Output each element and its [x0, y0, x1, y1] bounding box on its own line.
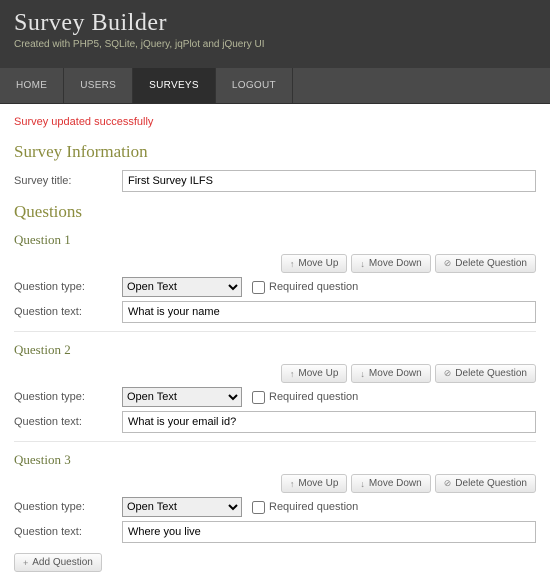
- app-title: Survey Builder: [14, 10, 536, 37]
- delete-question-button[interactable]: ⊘Delete Question: [435, 474, 536, 493]
- add-question-button[interactable]: + Add Question: [14, 553, 102, 572]
- status-message: Survey updated successfully: [14, 116, 536, 128]
- question-text-input[interactable]: [122, 521, 536, 543]
- question-actions: ↑Move Up ↓ Move Down ⊘Delete Question: [14, 254, 536, 273]
- delete-icon: ⊘: [444, 258, 452, 269]
- required-checkbox[interactable]: [252, 281, 265, 294]
- question-heading: Question 2: [14, 342, 536, 358]
- move-up-button[interactable]: ↑Move Up: [281, 474, 348, 493]
- required-question-wrap[interactable]: Required question: [252, 391, 358, 404]
- questions-heading: Questions: [14, 202, 536, 222]
- question-text-label: Question text:: [14, 416, 122, 428]
- required-checkbox[interactable]: [252, 391, 265, 404]
- app-subtitle: Created with PHP5, SQLite, jQuery, jqPlo…: [14, 39, 536, 50]
- question-type-label: Question type:: [14, 281, 122, 293]
- question-type-select[interactable]: Open Text: [122, 497, 242, 517]
- arrow-down-icon: ↓: [360, 369, 365, 379]
- delete-icon: ⊘: [444, 368, 452, 379]
- survey-info-heading: Survey Information: [14, 142, 536, 162]
- required-label: Required question: [269, 391, 358, 403]
- arrow-down-icon: ↓: [360, 259, 365, 269]
- required-question-wrap[interactable]: Required question: [252, 281, 358, 294]
- question-heading: Question 1: [14, 232, 536, 248]
- question-text-label: Question text:: [14, 526, 122, 538]
- delete-label: Delete Question: [455, 258, 527, 269]
- nav-users[interactable]: USERS: [64, 68, 133, 103]
- move-down-button[interactable]: ↓ Move Down: [351, 474, 430, 493]
- main-nav: HOME USERS SURVEYS LOGOUT: [0, 68, 550, 104]
- question-text-input[interactable]: [122, 301, 536, 323]
- arrow-down-icon: ↓: [360, 479, 365, 489]
- move-down-label: Move Down: [369, 258, 422, 269]
- question-text-input[interactable]: [122, 411, 536, 433]
- survey-title-input[interactable]: [122, 170, 536, 192]
- nav-surveys[interactable]: SURVEYS: [133, 68, 216, 103]
- survey-title-label: Survey title:: [14, 175, 122, 187]
- move-up-button[interactable]: ↑Move Up: [281, 254, 348, 273]
- question-type-select[interactable]: Open Text: [122, 387, 242, 407]
- question-type-select[interactable]: Open Text: [122, 277, 242, 297]
- question-type-label: Question type:: [14, 501, 122, 513]
- content-area: Survey updated successfully Survey Infor…: [0, 104, 550, 584]
- move-up-label: Move Up: [298, 258, 338, 269]
- arrow-up-icon: ↑: [290, 369, 295, 379]
- delete-icon: ⊘: [444, 478, 452, 489]
- question-heading: Question 3: [14, 452, 536, 468]
- delete-label: Delete Question: [455, 478, 527, 489]
- arrow-up-icon: ↑: [290, 479, 295, 489]
- question-text-label: Question text:: [14, 306, 122, 318]
- divider: [14, 331, 536, 332]
- required-label: Required question: [269, 501, 358, 513]
- delete-question-button[interactable]: ⊘Delete Question: [435, 364, 536, 383]
- move-down-button[interactable]: ↓ Move Down: [351, 254, 430, 273]
- app-header: Survey Builder Created with PHP5, SQLite…: [0, 0, 550, 68]
- delete-label: Delete Question: [455, 368, 527, 379]
- question-type-label: Question type:: [14, 391, 122, 403]
- required-question-wrap[interactable]: Required question: [252, 501, 358, 514]
- add-question-label: Add Question: [32, 557, 93, 568]
- arrow-up-icon: ↑: [290, 259, 295, 269]
- plus-icon: +: [23, 558, 28, 568]
- move-down-label: Move Down: [369, 368, 422, 379]
- move-up-button[interactable]: ↑Move Up: [281, 364, 348, 383]
- question-actions: ↑Move Up ↓ Move Down ⊘Delete Question: [14, 364, 536, 383]
- delete-question-button[interactable]: ⊘Delete Question: [435, 254, 536, 273]
- divider: [14, 441, 536, 442]
- nav-home[interactable]: HOME: [0, 68, 64, 103]
- nav-logout[interactable]: LOGOUT: [216, 68, 293, 103]
- question-actions: ↑Move Up ↓ Move Down ⊘Delete Question: [14, 474, 536, 493]
- move-up-label: Move Up: [298, 368, 338, 379]
- move-up-label: Move Up: [298, 478, 338, 489]
- move-down-button[interactable]: ↓ Move Down: [351, 364, 430, 383]
- move-down-label: Move Down: [369, 478, 422, 489]
- required-label: Required question: [269, 281, 358, 293]
- required-checkbox[interactable]: [252, 501, 265, 514]
